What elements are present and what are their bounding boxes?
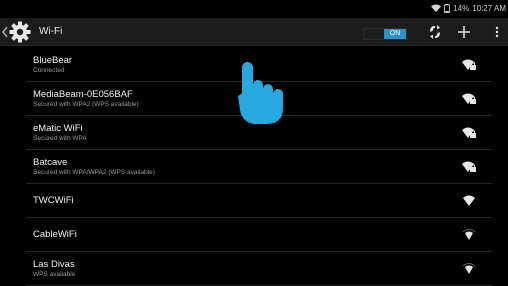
wifi-signal-icon <box>431 4 442 12</box>
wifi-open-icon <box>462 229 476 240</box>
network-name: Batcave <box>33 157 68 168</box>
network-name: BlueBear <box>33 55 73 66</box>
wifi-locked-icon <box>462 59 476 70</box>
network-status: Secured with WPA <box>33 135 87 142</box>
status-bar: 14% 10:27 AM <box>0 0 508 16</box>
network-status: WPS available <box>33 271 76 278</box>
wifi-toggle-label: ON <box>384 29 406 39</box>
page-title: Wi-Fi <box>39 26 63 37</box>
list-item[interactable]: CableWiFi <box>26 218 492 252</box>
hand-pointer-icon <box>238 62 283 124</box>
gear-icon[interactable] <box>9 21 31 43</box>
network-name: TWCWiFi <box>33 195 74 206</box>
action-bar: Wi-Fi ON <box>0 18 508 46</box>
wifi-locked-icon <box>462 93 476 104</box>
network-status: Connected <box>33 67 65 74</box>
chevron-left-icon[interactable] <box>1 24 9 40</box>
network-name: CableWiFi <box>33 229 77 240</box>
network-name: MediaBeam-0E056BAF <box>33 89 133 100</box>
battery-icon <box>444 3 451 13</box>
network-name: eMatic WiFi <box>33 123 83 134</box>
wifi-toggle[interactable]: ON <box>363 28 407 40</box>
wps-icon[interactable] <box>427 24 443 40</box>
wifi-open-icon <box>462 263 476 274</box>
battery-percent: 14% <box>453 3 470 13</box>
list-item[interactable]: TWCWiFi <box>26 184 492 218</box>
wifi-locked-icon <box>462 127 476 138</box>
wifi-open-icon <box>463 195 475 206</box>
more-vert-icon[interactable] <box>494 24 500 40</box>
clock: 10:27 AM <box>472 3 506 13</box>
network-status: Secured with WPA2 (WPS available) <box>33 101 139 108</box>
list-item[interactable]: Las Divas WPS available <box>26 252 492 286</box>
wifi-locked-icon <box>462 161 476 172</box>
list-item[interactable]: Batcave Secured with WPA/WPA2 (WPS avail… <box>26 150 492 184</box>
network-name: Las Divas <box>33 259 75 270</box>
network-status: Secured with WPA/WPA2 (WPS available) <box>33 169 155 176</box>
plus-icon[interactable] <box>456 24 472 40</box>
